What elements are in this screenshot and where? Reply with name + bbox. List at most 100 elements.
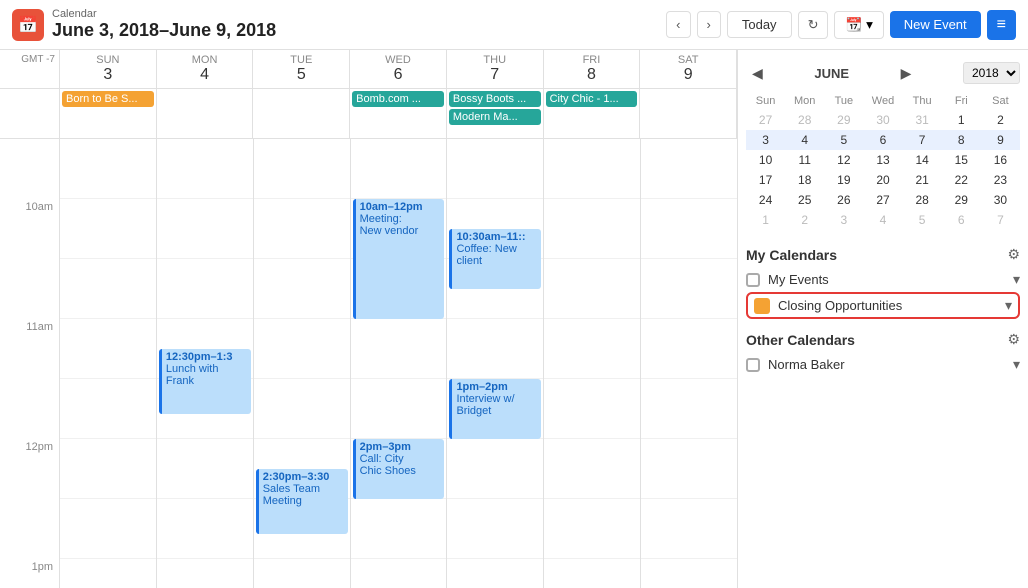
mini-day-2-jul[interactable]: 2 (785, 210, 824, 230)
event-call-citychic[interactable]: 2pm–3pm Call: City Chic Shoes (353, 439, 445, 499)
cal-item-my-events: My Events ▾ (746, 267, 1020, 292)
allday-time-cell (0, 89, 60, 138)
mini-day-19[interactable]: 19 (824, 170, 863, 190)
norma-dropdown[interactable]: ▾ (1013, 356, 1020, 373)
time-label-1130 (0, 379, 59, 439)
mini-day-20[interactable]: 20 (863, 170, 902, 190)
mini-day-8[interactable]: 8 (942, 130, 981, 150)
mini-day-27[interactable]: 27 (863, 190, 902, 210)
allday-tue (253, 89, 350, 138)
mini-day-6-jul[interactable]: 6 (942, 210, 981, 230)
mini-cal-year-select[interactable]: 2018 (963, 62, 1020, 84)
mini-day-24[interactable]: 24 (746, 190, 785, 210)
norma-label: Norma Baker (768, 357, 845, 372)
closing-opp-checkbox[interactable] (754, 298, 770, 314)
norma-checkbox[interactable] (746, 358, 760, 372)
time-label-1230 (0, 499, 59, 559)
mini-day-7-jul[interactable]: 7 (981, 210, 1020, 230)
mini-day-29-may[interactable]: 29 (824, 110, 863, 130)
other-calendars-gear[interactable]: ⚙ (1007, 331, 1020, 348)
mini-day-14[interactable]: 14 (903, 150, 942, 170)
allday-event-bossy[interactable]: Bossy Boots ... (449, 91, 541, 107)
mini-day-4[interactable]: 4 (785, 130, 824, 150)
menu-button[interactable]: ≡ (987, 10, 1016, 40)
mini-cal-next[interactable]: ▶ (895, 63, 918, 84)
event-interview-bridget[interactable]: 1pm–2pm Interview w/ Bridget (449, 379, 541, 439)
mini-day-30[interactable]: 30 (981, 190, 1020, 210)
mini-day-13[interactable]: 13 (863, 150, 902, 170)
mini-day-18[interactable]: 18 (785, 170, 824, 190)
time-label-1030 (0, 259, 59, 319)
next-button[interactable]: › (697, 11, 721, 38)
my-calendars-gear[interactable]: ⚙ (1007, 246, 1020, 263)
mini-day-9[interactable]: 9 (981, 130, 1020, 150)
event-sales-team[interactable]: 2:30pm–3:30 Sales Team Meeting (256, 469, 348, 534)
prev-button[interactable]: ‹ (666, 11, 690, 38)
cal-item-closing-left: Closing Opportunities (754, 298, 902, 314)
time-grid: 10am 11am 12pm 1pm 2pm 3pm 4pm (0, 139, 737, 588)
mini-day-11[interactable]: 11 (785, 150, 824, 170)
mini-day-10[interactable]: 10 (746, 150, 785, 170)
mini-day-17[interactable]: 17 (746, 170, 785, 190)
my-events-checkbox[interactable] (746, 273, 760, 287)
mini-day-26[interactable]: 26 (824, 190, 863, 210)
calendar-app-icon: 📅 (12, 9, 44, 41)
mini-day-28[interactable]: 28 (903, 190, 942, 210)
event-lunch-frank[interactable]: 12:30pm–1:3 Lunch with Frank (159, 349, 251, 414)
mini-day-15[interactable]: 15 (942, 150, 981, 170)
mini-day-29[interactable]: 29 (942, 190, 981, 210)
new-event-button[interactable]: New Event (890, 11, 981, 38)
mini-dow-sat: Sat (981, 92, 1020, 110)
my-events-dropdown[interactable]: ▾ (1013, 271, 1020, 288)
mini-week-4: 17 18 19 20 21 22 23 (746, 170, 1020, 190)
allday-event-bomb[interactable]: Bomb.com ... (352, 91, 444, 107)
allday-event-modern[interactable]: Modern Ma... (449, 109, 541, 125)
mini-cal-prev[interactable]: ◀ (746, 63, 769, 84)
mini-day-16[interactable]: 16 (981, 150, 1020, 170)
allday-event-born[interactable]: Born to Be S... (62, 91, 154, 107)
mini-day-4-jul[interactable]: 4 (863, 210, 902, 230)
today-button[interactable]: Today (727, 11, 792, 38)
mini-day-30-may[interactable]: 30 (863, 110, 902, 130)
mini-day-25[interactable]: 25 (785, 190, 824, 210)
closing-opp-label: Closing Opportunities (778, 298, 902, 313)
mini-day-7[interactable]: 7 (903, 130, 942, 150)
day-col-sat: SAT9 (640, 50, 737, 88)
mini-day-5[interactable]: 5 (824, 130, 863, 150)
event-meeting-vendor[interactable]: 10am–12pm Meeting: New vendor (353, 199, 445, 319)
mini-day-1-jul[interactable]: 1 (746, 210, 785, 230)
mini-dow-fri: Fri (942, 92, 981, 110)
time-label-1pm: 1pm (0, 559, 59, 588)
mini-day-21[interactable]: 21 (903, 170, 942, 190)
day-col-tue: TUE5 (253, 50, 350, 88)
cal-item-my-events-left: My Events (746, 272, 829, 287)
mini-day-1-jun[interactable]: 1 (942, 110, 981, 130)
allday-event-citychic[interactable]: City Chic - 1... (546, 91, 638, 107)
my-calendars-title: My Calendars (746, 247, 837, 263)
event-coffee-client[interactable]: 10:30am–11:: Coffee: New client (449, 229, 541, 289)
mini-day-3[interactable]: 3 (746, 130, 785, 150)
mini-day-31-may[interactable]: 31 (903, 110, 942, 130)
calendar-view-button[interactable]: 📆 ▾ (834, 11, 883, 39)
mini-week-1: 27 28 29 30 31 1 2 (746, 110, 1020, 130)
day-col-mon-grid: 12:30pm–1:3 Lunch with Frank (157, 139, 254, 588)
refresh-button[interactable]: ↻ (798, 11, 829, 39)
mini-week-6: 1 2 3 4 5 6 7 (746, 210, 1020, 230)
cal-item-closing-opp: Closing Opportunities ▾ (746, 292, 1020, 319)
time-col-header: GMT -7 (0, 50, 60, 88)
mini-day-2-jun[interactable]: 2 (981, 110, 1020, 130)
mini-day-3-jul[interactable]: 3 (824, 210, 863, 230)
mini-day-5-jul[interactable]: 5 (903, 210, 942, 230)
mini-day-23[interactable]: 23 (981, 170, 1020, 190)
mini-day-12[interactable]: 12 (824, 150, 863, 170)
mini-day-28-may[interactable]: 28 (785, 110, 824, 130)
my-events-label: My Events (768, 272, 829, 287)
mini-day-6[interactable]: 6 (863, 130, 902, 150)
mini-day-27-may[interactable]: 27 (746, 110, 785, 130)
allday-wed: Bomb.com ... (350, 89, 447, 138)
other-calendars-title: Other Calendars (746, 332, 855, 348)
header: 📅 Calendar June 3, 2018–June 9, 2018 ‹ ›… (0, 0, 1028, 50)
dropdown-arrow: ▾ (866, 17, 873, 33)
closing-opp-dropdown[interactable]: ▾ (1005, 297, 1012, 314)
mini-day-22[interactable]: 22 (942, 170, 981, 190)
